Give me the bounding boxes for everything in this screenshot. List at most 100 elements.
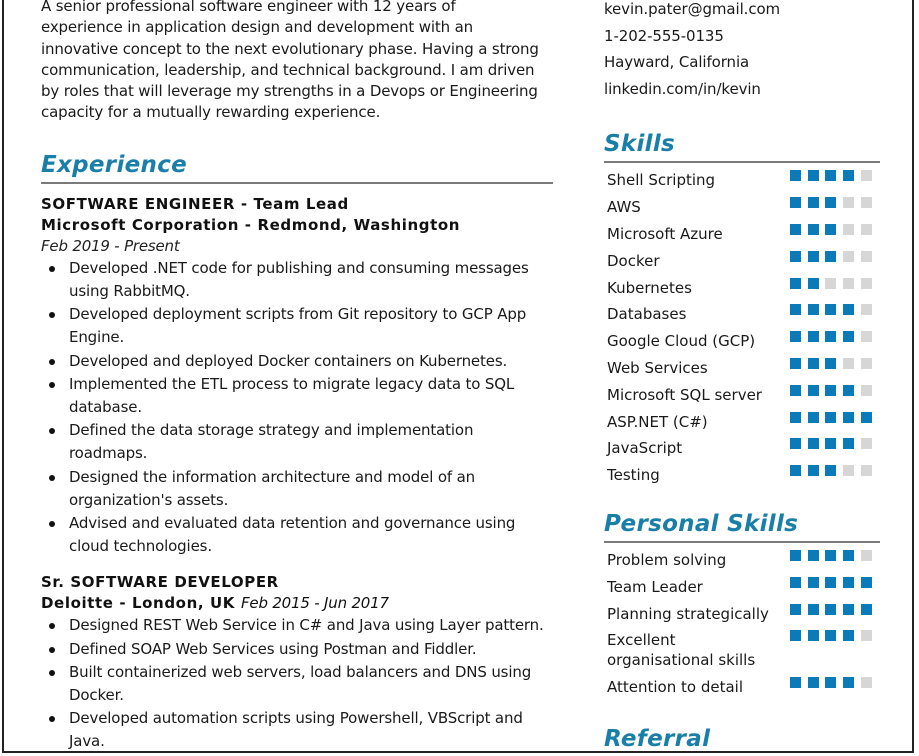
bullet-text: Implemented the ETL process to migrate l…	[69, 374, 515, 416]
skill-row: Web Services	[604, 354, 880, 381]
skill-row: Planning strategically	[604, 600, 880, 627]
bullet-dot-icon	[49, 716, 55, 723]
rating-square-filled-icon	[807, 223, 819, 235]
skill-name: Planning strategically	[607, 604, 769, 623]
bullet-text: Developed .NET code for publishing and c…	[69, 258, 529, 300]
summary-line: communication, leadership, and technical…	[41, 60, 535, 79]
rating-square-empty-icon	[860, 676, 872, 688]
rating-square-filled-icon	[843, 438, 855, 450]
bullet-item: Advised and evaluated data retention and…	[41, 512, 553, 558]
skill-name: Docker	[607, 251, 660, 270]
skills-heading: Skills	[604, 129, 880, 164]
rating-square-filled-icon	[843, 549, 855, 561]
bullet-text: Designed REST Web Service in C# and Java…	[69, 616, 544, 635]
rating-square-filled-icon	[825, 304, 837, 316]
main-column: A senior professional software engineer …	[41, 0, 553, 751]
job-dates: Feb 2019 - Present	[41, 236, 180, 255]
rating-square-filled-icon	[825, 603, 837, 615]
rating-square-filled-icon	[790, 411, 801, 423]
bullet-item: Built containerized web servers, load ba…	[41, 661, 553, 707]
skill-row: ASP.NET (C#)	[604, 408, 880, 435]
skill-row: AWS	[604, 193, 880, 220]
bullet-item: Developed and deployed Docker containers…	[41, 350, 553, 373]
bullet-text: Defined SOAP Web Services using Postman …	[69, 639, 477, 658]
job-company: Microsoft Corporation - Redmond, Washing…	[41, 215, 461, 234]
skill-rating	[790, 603, 872, 616]
rating-square-empty-icon	[843, 223, 855, 235]
rating-square-filled-icon	[825, 630, 837, 642]
job-bullets: Designed REST Web Service in C# and Java…	[41, 614, 553, 751]
skill-rating	[790, 357, 872, 370]
rating-square-filled-icon	[807, 277, 819, 289]
skill-row: Databases	[604, 300, 880, 327]
skill-row: Team Leader	[604, 573, 880, 600]
rating-square-filled-icon	[825, 331, 837, 343]
rating-square-filled-icon	[790, 603, 801, 615]
rating-square-empty-icon	[860, 549, 872, 561]
rating-square-empty-icon	[860, 438, 872, 450]
rating-square-empty-icon	[860, 630, 872, 642]
summary-line: A senior professional software engineer …	[41, 0, 456, 15]
rating-square-filled-icon	[825, 465, 837, 477]
skill-name: Web Services	[607, 358, 708, 377]
rating-square-filled-icon	[790, 357, 801, 369]
rating-square-empty-icon	[860, 384, 872, 396]
rating-square-empty-icon	[843, 357, 855, 369]
bullet-dot-icon	[49, 669, 55, 676]
bullet-text: Developed deployment scripts from Git re…	[69, 305, 527, 347]
rating-square-filled-icon	[825, 250, 837, 262]
rating-square-empty-icon	[843, 250, 855, 262]
rating-square-filled-icon	[807, 304, 819, 316]
skill-name: Team Leader	[607, 577, 703, 596]
rating-square-filled-icon	[807, 630, 819, 642]
rating-square-filled-icon	[790, 223, 801, 235]
summary-line: innovative concept to the next evolution…	[41, 39, 539, 58]
summary-line: by roles that will leverage my strengths…	[41, 82, 538, 101]
contact-phone: 1-202-555-0135	[604, 26, 724, 45]
skill-rating	[790, 576, 872, 589]
skills-list: Shell Scripting AWS Microsoft Azure Docker K…	[604, 166, 880, 488]
rating-square-filled-icon	[860, 411, 872, 423]
rating-square-filled-icon	[825, 357, 837, 369]
referral-heading: Referral	[604, 725, 711, 752]
skill-rating	[790, 304, 872, 316]
rating-square-filled-icon	[807, 331, 819, 343]
rating-square-empty-icon	[860, 304, 872, 316]
rating-square-filled-icon	[843, 304, 855, 316]
rating-square-filled-icon	[825, 438, 837, 450]
skill-name: Attention to detail	[607, 677, 743, 696]
summary-line: experience in application design and dev…	[41, 18, 473, 37]
rating-square-filled-icon	[825, 576, 837, 588]
rating-square-filled-icon	[825, 549, 837, 561]
job-title: Sr. SOFTWARE DEVELOPER	[41, 573, 279, 592]
skill-name: Kubernetes	[607, 278, 692, 297]
rating-square-filled-icon	[807, 384, 819, 396]
rating-square-empty-icon	[860, 250, 872, 262]
skill-rating	[790, 384, 872, 397]
contact-linkedin[interactable]: linkedin.com/in/kevin	[604, 76, 880, 103]
rating-square-filled-icon	[843, 411, 855, 423]
skill-row: Excellent organisational skills	[604, 626, 880, 673]
bullet-item: Defined SOAP Web Services using Postman …	[41, 638, 553, 661]
job-entry: Sr. SOFTWARE DEVELOPER Deloitte - London…	[41, 572, 553, 751]
rating-square-filled-icon	[790, 576, 801, 588]
rating-square-filled-icon	[860, 603, 872, 615]
contact-email[interactable]: kevin.pater@gmail.com	[604, 0, 880, 23]
rating-square-filled-icon	[807, 250, 819, 262]
sidebar-column: kevin.pater@gmail.com 1-202-555-0135 Hay…	[604, 0, 880, 752]
rating-square-empty-icon	[860, 197, 872, 209]
rating-square-filled-icon	[807, 170, 819, 182]
skill-rating	[790, 438, 872, 450]
bullet-item: Developed deployment scripts from Git re…	[41, 303, 553, 349]
skill-name: ASP.NET (C#)	[607, 412, 708, 431]
bullet-dot-icon	[49, 623, 55, 630]
skill-row: Microsoft Azure	[604, 220, 880, 247]
personal-skills-heading: Personal Skills	[604, 509, 880, 543]
bullet-dot-icon	[49, 521, 55, 528]
skill-row: JavaScript	[604, 434, 880, 461]
rating-square-filled-icon	[790, 331, 801, 343]
contact-block: kevin.pater@gmail.com 1-202-555-0135 Hay…	[604, 0, 880, 102]
job-bullets: Developed .NET code for publishing and c…	[41, 257, 553, 559]
rating-square-filled-icon	[807, 549, 819, 561]
rating-square-filled-icon	[843, 603, 855, 615]
